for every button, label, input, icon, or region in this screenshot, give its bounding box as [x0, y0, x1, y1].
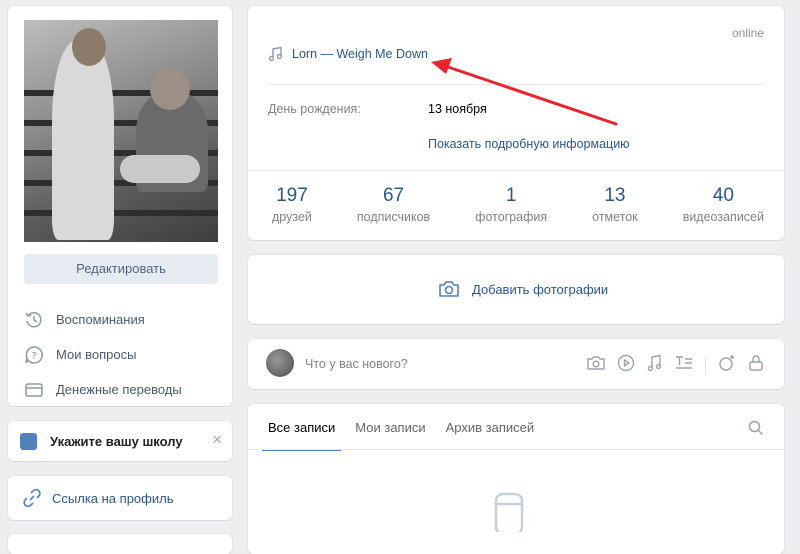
- now-playing-track[interactable]: Lorn — Weigh Me Down: [268, 46, 428, 62]
- child-legs: [120, 155, 200, 183]
- menu-item-memories[interactable]: Воспоминания: [24, 302, 224, 337]
- composer-tools: [575, 354, 764, 377]
- divider: [268, 84, 764, 85]
- school-icon: [20, 433, 37, 450]
- article-icon[interactable]: [675, 355, 693, 376]
- menu-item-questions[interactable]: ? Мои вопросы: [24, 337, 224, 372]
- camera-icon: [439, 281, 459, 297]
- avatar[interactable]: [266, 349, 294, 377]
- counter-tags[interactable]: 13 отметок: [592, 184, 638, 224]
- video-icon[interactable]: [617, 354, 635, 377]
- counter-value: 1: [505, 185, 517, 206]
- history-icon: [25, 311, 42, 327]
- menu-item-label: Денежные переводы: [56, 382, 182, 397]
- profile-photo[interactable]: [24, 20, 218, 242]
- menu-item-label: Воспоминания: [56, 312, 145, 327]
- empty-wall-icon: [494, 492, 524, 537]
- music-icon[interactable]: [647, 354, 663, 377]
- counter-value: 13: [604, 185, 626, 206]
- counter-label: отметок: [592, 210, 638, 224]
- profile-info-card: online Lorn — Weigh Me Down День рождени…: [248, 6, 784, 240]
- link-icon: [23, 488, 41, 508]
- question-icon: ?: [25, 345, 43, 364]
- divider: [705, 356, 706, 375]
- show-details-link[interactable]: Показать подробную информацию: [428, 137, 630, 151]
- counter-value: 40: [712, 185, 734, 206]
- menu-item-label: Мои вопросы: [56, 347, 137, 362]
- wall-tabs: Все записи Мои записи Архив записей: [262, 404, 548, 451]
- music-note-icon: [268, 46, 283, 62]
- profile-link[interactable]: Ссылка на профиль: [52, 491, 173, 506]
- online-status: online: [731, 26, 764, 40]
- profile-sidebar: Редактировать Воспоминания ? Мои вопросы…: [8, 6, 232, 406]
- post-input[interactable]: Что у вас нового?: [305, 357, 408, 371]
- child-figure: [52, 40, 114, 240]
- counter-photos[interactable]: 1 фотография: [475, 184, 547, 224]
- edit-profile-button[interactable]: Редактировать: [24, 254, 218, 284]
- school-prompt-text[interactable]: Укажите вашу школу: [50, 434, 183, 449]
- wall-card: Все записи Мои записи Архив записей: [248, 404, 784, 554]
- mood-icon[interactable]: [718, 354, 736, 377]
- track-title: Lorn — Weigh Me Down: [292, 47, 428, 61]
- profile-counters: 197 друзей 67 подписчиков 1 фотография 1…: [272, 184, 764, 224]
- add-photos-card: Добавить фотографии: [248, 255, 784, 324]
- birthday-label: День рождения:: [268, 102, 361, 116]
- counter-friends[interactable]: 197 друзей: [272, 184, 312, 224]
- post-composer: Что у вас нового?: [248, 339, 784, 389]
- privacy-lock-icon[interactable]: [748, 354, 764, 377]
- money-transfer-icon: [25, 382, 43, 397]
- divider: [248, 170, 784, 171]
- tab-all-posts[interactable]: Все записи: [262, 404, 342, 451]
- camera-icon[interactable]: [587, 355, 605, 376]
- add-photos-button[interactable]: Добавить фотографии: [438, 279, 608, 299]
- tab-archive[interactable]: Архив записей: [440, 404, 541, 449]
- child-head: [150, 68, 190, 110]
- search-icon[interactable]: [748, 420, 764, 441]
- counter-label: друзей: [272, 210, 312, 224]
- counter-label: подписчиков: [356, 210, 431, 224]
- tab-my-posts[interactable]: Мои записи: [349, 404, 431, 449]
- counter-videos[interactable]: 40 видеозаписей: [683, 184, 764, 224]
- birthday-value[interactable]: 13 ноября: [428, 102, 487, 116]
- school-prompt-card: Укажите вашу школу ×: [8, 421, 232, 461]
- counter-value: 67: [382, 185, 405, 206]
- child-head: [72, 28, 106, 66]
- sidebar-menu: Воспоминания ? Мои вопросы Денежные пере…: [24, 302, 224, 407]
- svg-text:?: ?: [31, 351, 36, 362]
- profile-link-card: Ссылка на профиль: [8, 476, 232, 520]
- counter-followers[interactable]: 67 подписчиков: [357, 184, 430, 224]
- close-icon[interactable]: ×: [212, 430, 222, 450]
- sidebar-card: [8, 534, 232, 554]
- counter-label: фотография: [475, 210, 548, 224]
- menu-item-money-transfers[interactable]: Денежные переводы: [24, 372, 224, 407]
- divider: [248, 449, 784, 450]
- counter-value: 197: [276, 185, 308, 206]
- add-photos-label: Добавить фотографии: [472, 281, 609, 297]
- counter-label: видеозаписей: [682, 210, 764, 224]
